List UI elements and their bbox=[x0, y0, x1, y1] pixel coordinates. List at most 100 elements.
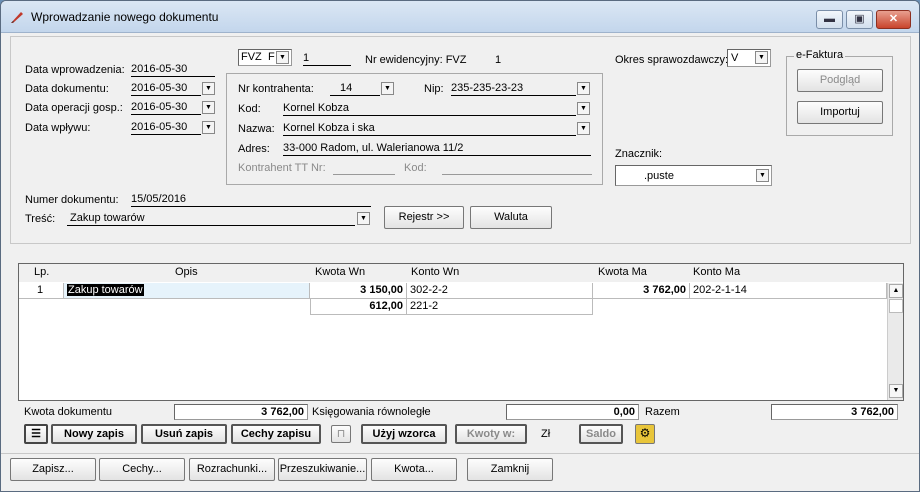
preview-button[interactable]: Podgląd bbox=[797, 69, 883, 92]
doc-date-label: Data dokumentu: bbox=[25, 83, 109, 95]
close-button[interactable]: Zamknij bbox=[467, 458, 553, 481]
scroll-up-icon[interactable]: ▲ bbox=[889, 284, 903, 298]
tresc-field[interactable]: Zakup towarów bbox=[67, 212, 355, 226]
main-window: Wprowadzanie nowego dokumentu ▬ ▣ ✕ Data… bbox=[0, 0, 920, 492]
row-opis-cell[interactable]: Zakup towarów bbox=[64, 283, 310, 299]
contractor-nr-dropdown-icon[interactable]: ▼ bbox=[381, 82, 394, 95]
kod-field[interactable]: Kornel Kobza bbox=[283, 102, 576, 116]
contractor-nr-label: Nr kontrahenta: bbox=[238, 83, 314, 95]
kwota-dokumentu-value: 3 762,00 bbox=[174, 404, 308, 420]
period-select[interactable]: V ▼ bbox=[727, 49, 771, 67]
row-konto-wn[interactable]: 221-2 bbox=[407, 299, 593, 315]
row-kwota-ma[interactable]: 3 762,00 bbox=[593, 283, 690, 299]
app-pen-icon bbox=[11, 12, 23, 23]
save-button[interactable]: Zapisz... bbox=[10, 458, 96, 481]
doc-date-field[interactable]: 2016-05-30 bbox=[131, 82, 201, 96]
lock-icon[interactable]: ⊓ bbox=[331, 425, 351, 443]
tresc-dropdown-icon[interactable]: ▼ bbox=[357, 212, 370, 225]
row-lp: 1 bbox=[19, 283, 64, 299]
use-template-button[interactable]: Użyj wzorca bbox=[361, 424, 447, 444]
tt-kod-label: Kod: bbox=[404, 162, 427, 174]
kod-dropdown-icon[interactable]: ▼ bbox=[577, 102, 590, 115]
new-entry-button[interactable]: Nowy zapis bbox=[51, 424, 137, 444]
waluta-button[interactable]: Waluta bbox=[470, 206, 552, 229]
doc-number-label: Numer dokumentu: bbox=[25, 194, 119, 206]
period-dropdown-icon[interactable]: ▼ bbox=[755, 51, 768, 64]
period-value: V bbox=[731, 52, 739, 64]
op-date-field[interactable]: 2016-05-30 bbox=[131, 101, 201, 115]
col-kwota-ma-header: Kwota Ma bbox=[598, 266, 647, 278]
minimize-button[interactable]: ▬ bbox=[816, 10, 843, 29]
table-row[interactable]: 1 Zakup towarów 3 150,00 302-2-2 3 762,0… bbox=[19, 283, 887, 299]
row-konto-wn[interactable]: 302-2-2 bbox=[407, 283, 593, 299]
efaktura-group bbox=[786, 56, 893, 136]
doc-date-dropdown-icon[interactable]: ▼ bbox=[202, 82, 215, 95]
doc-type-value: FVZ bbox=[241, 51, 262, 63]
doc-type-select[interactable]: FVZ F ▼ bbox=[238, 49, 292, 66]
nazwa-field[interactable]: Kornel Kobza i ska bbox=[283, 122, 576, 136]
balance-button[interactable]: Saldo bbox=[579, 424, 623, 444]
inflow-date-field[interactable]: 2016-05-30 bbox=[131, 121, 201, 135]
col-opis-header: Opis bbox=[175, 266, 198, 278]
doc-number-field[interactable]: 1 bbox=[303, 52, 351, 66]
row-konto-ma[interactable]: 202-2-1-14 bbox=[690, 283, 887, 299]
nip-dropdown-icon[interactable]: ▼ bbox=[577, 82, 590, 95]
window-title: Wprowadzanie nowego dokumentu bbox=[31, 10, 219, 24]
menu-lines-icon[interactable]: ☰ bbox=[24, 424, 48, 444]
contractor-nr-field[interactable]: 14 bbox=[330, 82, 380, 96]
amount-button[interactable]: Kwota... bbox=[371, 458, 457, 481]
table-scrollbar[interactable]: ▲ ▼ bbox=[887, 283, 903, 400]
entries-table: Lp. Opis Kwota Wn Konto Wn Kwota Ma Kont… bbox=[18, 263, 904, 401]
amounts-in-button[interactable]: Kwoty w: bbox=[455, 424, 527, 444]
inflow-date-dropdown-icon[interactable]: ▼ bbox=[202, 121, 215, 134]
doc-number-value-field[interactable]: 15/05/2016 bbox=[131, 193, 371, 207]
ksiegowania-value: 0,00 bbox=[506, 404, 639, 420]
razem-label: Razem bbox=[645, 406, 680, 418]
maximize-button[interactable]: ▣ bbox=[846, 10, 873, 29]
col-konto-ma-header: Konto Ma bbox=[693, 266, 741, 278]
inflow-date-label: Data wpływu: bbox=[25, 122, 91, 134]
adres-field[interactable]: 33-000 Radom, ul. Walerianowa 11/2 bbox=[283, 142, 591, 156]
doc-type-trunc: F bbox=[268, 51, 275, 63]
adres-label: Adres: bbox=[238, 143, 270, 155]
col-konto-wn-header: Konto Wn bbox=[411, 266, 460, 278]
op-date-label: Data operacji gosp.: bbox=[25, 102, 123, 114]
currency-label: Zł bbox=[541, 428, 551, 440]
ksiegowania-label: Księgowania równoległe bbox=[312, 406, 431, 418]
row-kwota-wn[interactable]: 612,00 bbox=[310, 299, 407, 315]
close-window-button[interactable]: ✕ bbox=[876, 10, 911, 29]
kwota-dokumentu-label: Kwota dokumentu bbox=[24, 406, 113, 418]
row-kwota-wn[interactable]: 3 150,00 bbox=[310, 283, 407, 299]
doc-type-dropdown-icon[interactable]: ▼ bbox=[276, 51, 289, 64]
col-lp-header: Lp. bbox=[34, 266, 50, 278]
gear-icon[interactable]: ⚙ bbox=[635, 424, 655, 444]
scroll-thumb[interactable] bbox=[889, 299, 903, 313]
znacznik-dropdown-icon[interactable]: ▼ bbox=[756, 169, 769, 182]
znacznik-select[interactable]: .puste ▼ bbox=[615, 165, 772, 186]
tt-field[interactable] bbox=[333, 161, 395, 175]
scroll-down-icon[interactable]: ▼ bbox=[889, 384, 903, 398]
efaktura-title: e-Faktura bbox=[794, 49, 846, 61]
entry-date-field[interactable]: 2016-05-30 bbox=[131, 63, 215, 77]
nip-field[interactable]: 235-235-23-23 bbox=[451, 82, 576, 96]
znacznik-label: Znacznik: bbox=[615, 148, 663, 160]
period-label: Okres sprawozdawczy: bbox=[615, 54, 729, 66]
nazwa-dropdown-icon[interactable]: ▼ bbox=[577, 122, 590, 135]
table-row[interactable]: 612,00 221-2 bbox=[19, 299, 887, 315]
search-button[interactable]: Przeszukiwanie... bbox=[278, 458, 367, 481]
divider bbox=[1, 453, 919, 454]
tt-label: Kontrahent TT Nr: bbox=[238, 162, 326, 174]
rejestr-button[interactable]: Rejestr >> bbox=[384, 206, 464, 229]
evid-label: Nr ewidencyjny: FVZ bbox=[365, 54, 467, 66]
entry-features-button[interactable]: Cechy zapisu bbox=[231, 424, 321, 444]
razem-value: 3 762,00 bbox=[771, 404, 898, 420]
delete-entry-button[interactable]: Usuń zapis bbox=[141, 424, 227, 444]
op-date-dropdown-icon[interactable]: ▼ bbox=[202, 101, 215, 114]
nazwa-label: Nazwa: bbox=[238, 123, 275, 135]
row-opis: Zakup towarów bbox=[67, 284, 144, 296]
import-button[interactable]: Importuj bbox=[797, 101, 883, 124]
features-button[interactable]: Cechy... bbox=[99, 458, 185, 481]
table-header: Lp. Opis Kwota Wn Konto Wn Kwota Ma Kont… bbox=[19, 264, 903, 282]
tt-kod-field[interactable] bbox=[442, 161, 592, 175]
settlements-button[interactable]: Rozrachunki... bbox=[189, 458, 275, 481]
